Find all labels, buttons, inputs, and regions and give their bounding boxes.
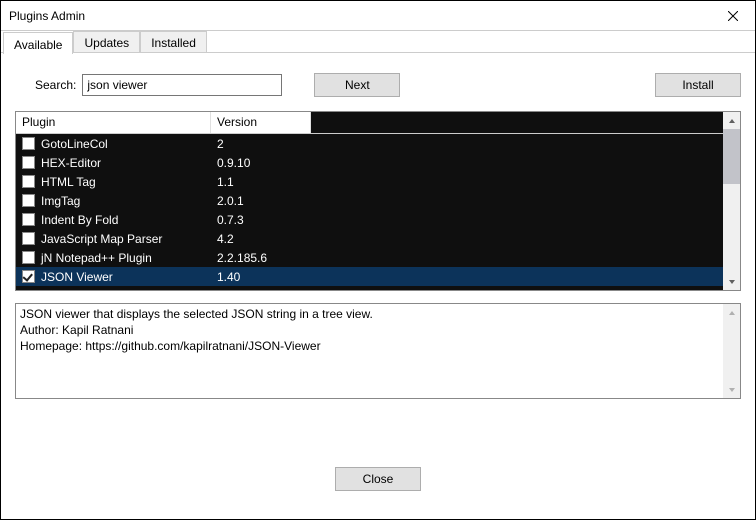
row-name: HEX-Editor bbox=[41, 156, 101, 170]
desc-scroll-up-icon[interactable] bbox=[723, 304, 740, 321]
row-checkbox[interactable] bbox=[22, 251, 35, 264]
scroll-up-icon[interactable] bbox=[723, 112, 740, 129]
search-input[interactable] bbox=[82, 74, 282, 96]
close-icon[interactable] bbox=[710, 1, 755, 31]
tab-body: Search: Next Install Plugin Version Goto… bbox=[1, 53, 755, 519]
table-row[interactable]: JavaScript Map Parser 4.2 bbox=[16, 229, 723, 248]
plugin-list: Plugin Version GotoLineCol 2 HEX-Editor 0.9… bbox=[15, 111, 741, 291]
row-version: 2 bbox=[211, 137, 311, 151]
row-name: Indent By Fold bbox=[41, 213, 118, 227]
row-checkbox[interactable] bbox=[22, 232, 35, 245]
row-version: 2.2.185.6 bbox=[211, 251, 311, 265]
search-label: Search: bbox=[35, 78, 76, 92]
tabs: Available Updates Installed bbox=[1, 31, 755, 53]
row-version: 1.40 bbox=[211, 270, 311, 284]
list-rows: GotoLineCol 2 HEX-Editor 0.9.10 HTML Tag 1.1 I… bbox=[16, 134, 723, 290]
scroll-thumb[interactable] bbox=[723, 129, 740, 184]
row-checkbox[interactable] bbox=[22, 156, 35, 169]
desc-scroll-down-icon[interactable] bbox=[723, 381, 740, 398]
table-row[interactable]: HEX-Editor 0.9.10 bbox=[16, 153, 723, 172]
row-name: ImgTag bbox=[41, 194, 80, 208]
row-version: 1.1 bbox=[211, 175, 311, 189]
table-row[interactable]: JSON Viewer 1.40 bbox=[16, 267, 723, 286]
row-version: 4.2 bbox=[211, 232, 311, 246]
row-name: JavaScript Map Parser bbox=[41, 232, 162, 246]
list-scrollbar[interactable] bbox=[723, 112, 740, 290]
tab-updates[interactable]: Updates bbox=[73, 31, 140, 52]
window-title: Plugins Admin bbox=[9, 9, 85, 23]
header-version[interactable]: Version bbox=[211, 112, 311, 133]
table-row[interactable]: Indent By Fold 0.7.3 bbox=[16, 210, 723, 229]
description-scrollbar[interactable] bbox=[723, 304, 740, 398]
header-plugin[interactable]: Plugin bbox=[16, 112, 211, 133]
table-row[interactable]: ImgTag 2.0.1 bbox=[16, 191, 723, 210]
row-name: HTML Tag bbox=[41, 175, 96, 189]
row-version: 0.7.3 bbox=[211, 213, 311, 227]
row-checkbox[interactable] bbox=[22, 137, 35, 150]
row-name: jN Notepad++ Plugin bbox=[41, 251, 152, 265]
close-button[interactable]: Close bbox=[335, 467, 421, 491]
description-box: JSON viewer that displays the selected J… bbox=[15, 303, 741, 399]
table-row[interactable]: jN Notepad++ Plugin 2.2.185.6 bbox=[16, 248, 723, 267]
row-version: 2.0.1 bbox=[211, 194, 311, 208]
row-name: JSON Viewer bbox=[41, 270, 113, 284]
search-row: Search: Next Install bbox=[15, 73, 741, 97]
description-text: JSON viewer that displays the selected J… bbox=[16, 304, 723, 398]
titlebar: Plugins Admin bbox=[1, 1, 755, 31]
install-button[interactable]: Install bbox=[655, 73, 741, 97]
scroll-down-icon[interactable] bbox=[723, 273, 740, 290]
next-button[interactable]: Next bbox=[314, 73, 400, 97]
header-spacer bbox=[311, 112, 723, 133]
row-version: 0.9.10 bbox=[211, 156, 311, 170]
row-checkbox[interactable] bbox=[22, 270, 35, 283]
row-name: GotoLineCol bbox=[41, 137, 108, 151]
row-checkbox[interactable] bbox=[22, 175, 35, 188]
tab-installed[interactable]: Installed bbox=[140, 31, 207, 52]
row-checkbox[interactable] bbox=[22, 213, 35, 226]
tab-available[interactable]: Available bbox=[3, 32, 73, 54]
row-checkbox[interactable] bbox=[22, 194, 35, 207]
footer: Close bbox=[15, 399, 741, 509]
table-row[interactable]: GotoLineCol 2 bbox=[16, 134, 723, 153]
list-headers: Plugin Version bbox=[16, 112, 723, 134]
table-row[interactable]: HTML Tag 1.1 bbox=[16, 172, 723, 191]
plugins-admin-window: Plugins Admin Available Updates Installe… bbox=[0, 0, 756, 520]
